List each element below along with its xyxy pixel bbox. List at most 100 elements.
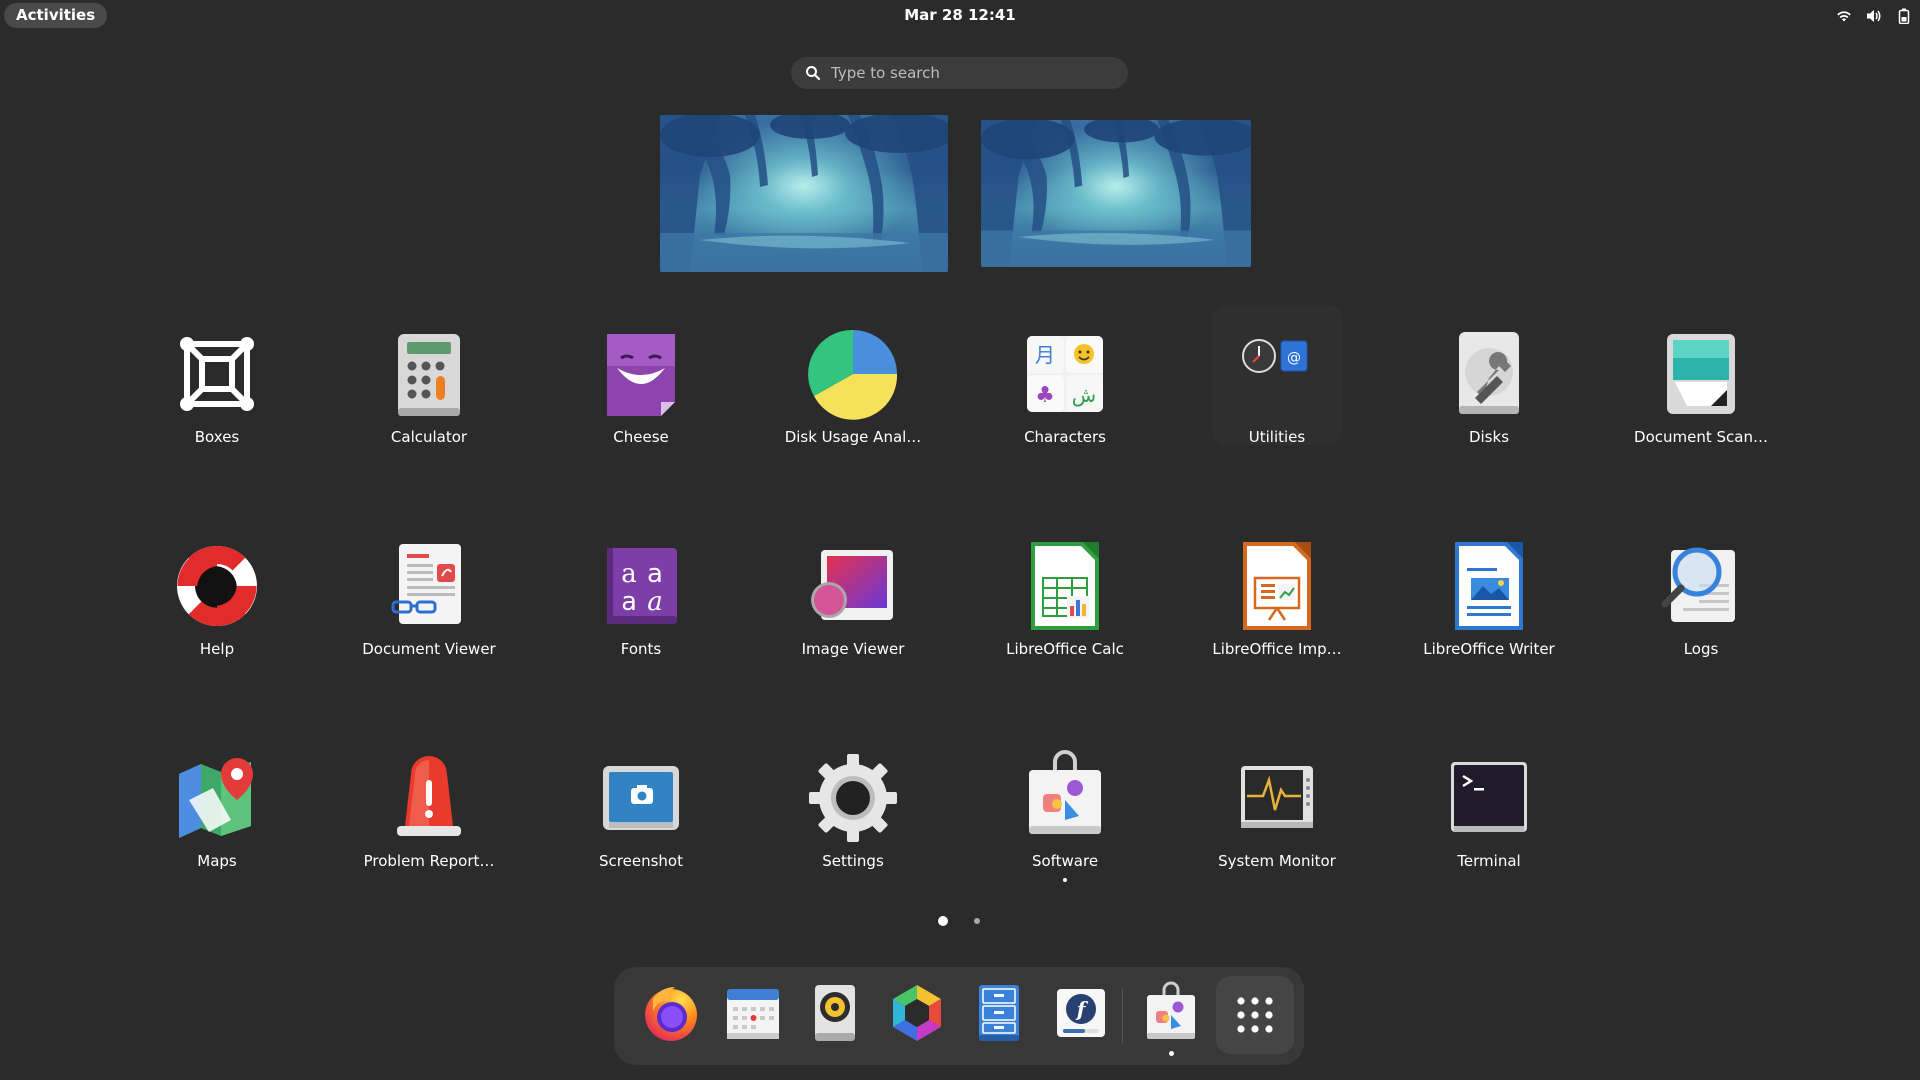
- app-image-viewer[interactable]: Image Viewer: [758, 524, 948, 674]
- app-document-viewer[interactable]: Document Viewer: [334, 524, 524, 674]
- app-label: Calculator: [390, 428, 468, 446]
- dock-separator: [1122, 989, 1123, 1043]
- app-system-monitor[interactable]: System Monitor: [1182, 736, 1372, 886]
- settings-gear-icon: [809, 754, 897, 842]
- document-viewer-icon: [391, 544, 461, 624]
- image-viewer-icon: [811, 550, 893, 620]
- page-indicator-1[interactable]: [938, 916, 948, 926]
- libreoffice-calc-icon: [1031, 542, 1099, 630]
- wifi-icon[interactable]: [1836, 8, 1852, 24]
- system-tray[interactable]: [1836, 0, 1912, 31]
- app-disks[interactable]: Disks: [1394, 312, 1584, 462]
- app-fonts[interactable]: a a a a Fonts: [546, 524, 736, 674]
- fedora-media-writer-icon: f: [1057, 989, 1105, 1037]
- app-label: Boxes: [194, 428, 240, 446]
- app-label: Settings: [822, 852, 884, 870]
- app-help[interactable]: Help: [122, 524, 312, 674]
- dock-files[interactable]: [958, 967, 1040, 1065]
- volume-icon[interactable]: [1866, 8, 1882, 24]
- app-label: LibreOffice Writer: [1423, 640, 1555, 658]
- app-label: Fonts: [620, 640, 662, 658]
- app-libreoffice-impress[interactable]: LibreOffice Imp…: [1182, 524, 1372, 674]
- app-software[interactable]: Software: [970, 736, 1160, 886]
- app-cheese[interactable]: Cheese: [546, 312, 736, 462]
- dock: f: [614, 967, 1304, 1065]
- app-problem-reporting[interactable]: Problem Report…: [334, 736, 524, 886]
- logs-icon: [1661, 547, 1735, 622]
- svg-text:♣: ♣: [1035, 383, 1055, 408]
- app-terminal[interactable]: Terminal: [1394, 736, 1584, 886]
- svg-text:a: a: [621, 559, 637, 589]
- dock-firefox[interactable]: [630, 967, 712, 1065]
- cheese-icon: [607, 334, 675, 416]
- software-bag-icon: [1029, 750, 1101, 834]
- battery-icon[interactable]: [1896, 8, 1912, 24]
- files-cabinet-icon: [979, 985, 1019, 1041]
- libreoffice-impress-icon: [1243, 542, 1311, 630]
- dock-photos[interactable]: [876, 967, 958, 1065]
- show-apps-button[interactable]: [1216, 976, 1294, 1054]
- screenshot-camera-icon: [603, 766, 679, 830]
- system-monitor-icon: [1241, 766, 1313, 828]
- calendar-icon: [727, 989, 779, 1039]
- dock-fedora-media-writer[interactable]: f: [1040, 967, 1122, 1065]
- workspace-thumbnail-2[interactable]: [981, 120, 1251, 267]
- terminal-icon: [1451, 762, 1527, 832]
- app-label: Characters: [1024, 428, 1106, 446]
- disk-usage-pie-icon: [808, 329, 898, 420]
- app-label: Document Scan…: [1634, 428, 1768, 446]
- clock-container: Mar 28 12:41: [0, 0, 1920, 31]
- app-disk-usage-analyzer[interactable]: Disk Usage Anal…: [758, 312, 948, 462]
- app-settings[interactable]: Settings: [758, 736, 948, 886]
- top-bar: Activities Mar 28 12:41: [0, 0, 1920, 31]
- app-screenshot[interactable]: Screenshot: [546, 736, 736, 886]
- utilities-folder-icon: @: [1242, 339, 1308, 373]
- app-document-scanner[interactable]: Document Scan…: [1606, 312, 1796, 462]
- photos-shutter-icon: [893, 985, 941, 1041]
- app-label: LibreOffice Imp…: [1212, 640, 1342, 658]
- clock-button[interactable]: Mar 28 12:41: [904, 6, 1016, 24]
- app-label: Disk Usage Anal…: [784, 428, 922, 446]
- search-bar[interactable]: [791, 57, 1128, 89]
- app-characters[interactable]: 月 ♣ ش Characters: [970, 312, 1160, 462]
- app-libreoffice-calc[interactable]: LibreOffice Calc: [970, 524, 1160, 674]
- search-icon: [806, 66, 821, 81]
- app-label: Image Viewer: [801, 640, 905, 658]
- dock-rhythmbox[interactable]: [794, 967, 876, 1065]
- firefox-icon: [645, 987, 697, 1041]
- software-bag-icon: [1147, 981, 1195, 1039]
- app-boxes[interactable]: Boxes: [122, 312, 312, 462]
- svg-text:a: a: [647, 587, 663, 617]
- app-maps[interactable]: Maps: [122, 736, 312, 886]
- running-indicator: [1063, 878, 1067, 882]
- app-libreoffice-writer[interactable]: LibreOffice Writer: [1394, 524, 1584, 674]
- page-indicator-2[interactable]: [974, 918, 980, 924]
- app-label: LibreOffice Calc: [1006, 640, 1124, 658]
- workspace-thumbnail-1[interactable]: [660, 115, 948, 272]
- folder-utilities[interactable]: @ Utilities: [1182, 312, 1372, 462]
- dock-calendar[interactable]: [712, 967, 794, 1065]
- boxes-icon: [180, 337, 254, 411]
- activities-button[interactable]: Activities: [4, 3, 108, 28]
- help-lifebuoy-icon: [177, 546, 257, 626]
- svg-text:a: a: [647, 559, 663, 589]
- svg-text:@: @: [1287, 350, 1301, 366]
- show-apps-icon: [1237, 997, 1273, 1033]
- app-label: Utilities: [1248, 428, 1306, 446]
- rhythmbox-speaker-icon: [815, 985, 855, 1041]
- svg-text:a: a: [621, 587, 637, 617]
- app-logs[interactable]: Logs: [1606, 524, 1796, 674]
- app-label: System Monitor: [1218, 852, 1336, 870]
- svg-text:ش: ش: [1072, 383, 1096, 407]
- app-label: Terminal: [1457, 852, 1521, 870]
- search-input[interactable]: [831, 57, 1111, 89]
- app-label: Maps: [197, 852, 237, 870]
- characters-icon: 月 ♣ ش: [1027, 336, 1103, 412]
- svg-text:月: 月: [1035, 343, 1055, 367]
- forest-wallpaper: [660, 115, 948, 272]
- calculator-icon: [398, 334, 460, 416]
- app-label: Logs: [1683, 640, 1719, 658]
- document-scanner-icon: [1667, 334, 1735, 414]
- app-calculator[interactable]: Calculator: [334, 312, 524, 462]
- forest-wallpaper: [981, 120, 1251, 267]
